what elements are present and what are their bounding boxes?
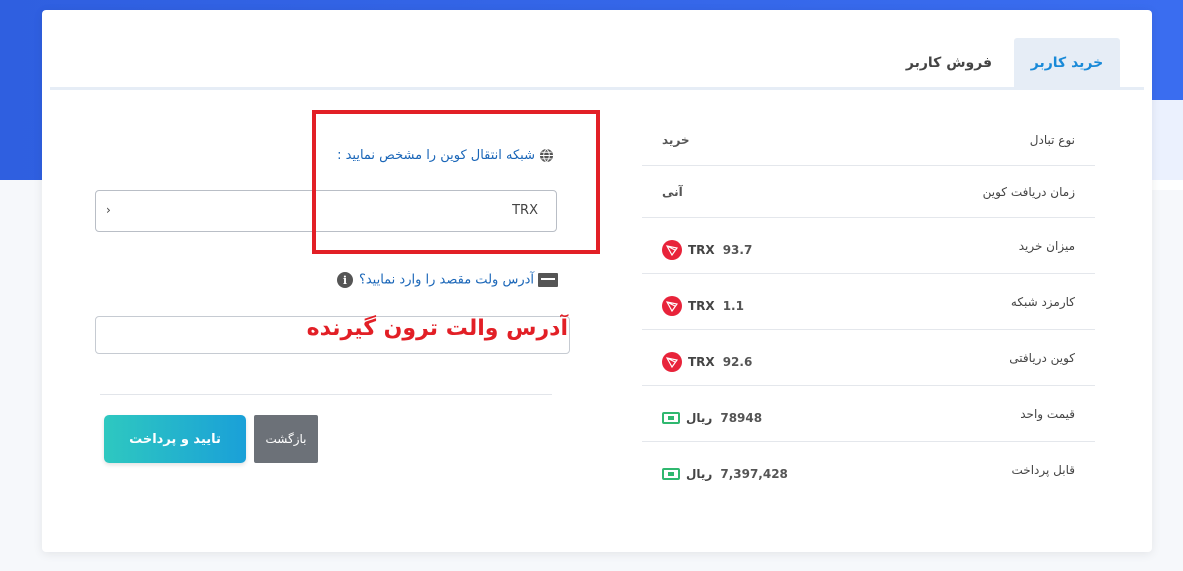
tab-user-sell[interactable]: فروش کاربر <box>894 38 1004 88</box>
summary-unit: TRX <box>688 354 715 369</box>
info-icon[interactable]: i <box>336 272 353 288</box>
summary-value: 78948 <box>720 410 763 425</box>
summary-unit: TRX <box>688 298 715 313</box>
summary-row-payable: قابل پرداخت ریال 7,397,428 <box>642 442 1095 498</box>
summary-label: کوین دریافتی <box>1009 350 1075 365</box>
wallet-annotation-text: آدرس والت ترون گیرنده <box>306 316 568 341</box>
wallet-label: آدرس ولت مقصد را وارد نمایید؟ i <box>282 272 558 288</box>
summary-row-receive-time: زمان دریافت کوین آنی <box>642 166 1095 218</box>
summary-value: آنی <box>662 184 683 199</box>
summary-row-exchange-type: نوع تبادل خرید <box>642 114 1095 166</box>
confirm-pay-button[interactable]: تایید و پرداخت <box>104 415 246 463</box>
chevron-right-icon: › <box>106 203 111 217</box>
summary-unit: ریال <box>686 410 713 425</box>
summary-row-unit-price: قیمت واحد ریال 78948 <box>642 386 1095 442</box>
money-icon <box>662 411 680 424</box>
summary-row-buy-amount: میزان خرید TRX 93.7 <box>642 218 1095 274</box>
summary-label: نوع تبادل <box>1029 132 1075 147</box>
tab-user-buy[interactable]: خرید کاربر <box>1014 38 1120 88</box>
back-button[interactable]: بازگشت <box>254 415 318 463</box>
summary-value: 93.7 <box>722 242 753 257</box>
summary-label: میزان خرید <box>1018 238 1075 253</box>
annotation-highlight-box <box>312 110 600 254</box>
wallet-label-text: آدرس ولت مقصد را وارد نمایید؟ <box>358 272 534 288</box>
form-divider <box>100 394 552 395</box>
exchange-card: خرید کاربر فروش کاربر نوع تبادل خرید زما… <box>42 10 1152 552</box>
wallet-card-icon <box>538 273 558 287</box>
summary-label: زمان دریافت کوین <box>982 184 1075 199</box>
tron-icon <box>662 351 682 372</box>
summary-value: 1.1 <box>722 298 744 313</box>
summary-unit: ریال <box>686 467 713 481</box>
summary-row-network-fee: کارمزد شبکه TRX 1.1 <box>642 274 1095 330</box>
summary-value: 92.6 <box>722 354 753 369</box>
summary-label: قابل پرداخت <box>1011 463 1075 477</box>
tron-icon <box>662 295 682 316</box>
summary-row-received-coin: کوین دریافتی TRX 92.6 <box>642 330 1095 386</box>
tron-icon <box>662 239 682 260</box>
tab-bar: خرید کاربر فروش کاربر <box>50 38 1144 90</box>
summary-label: قیمت واحد <box>1020 406 1075 421</box>
order-summary: نوع تبادل خرید زمان دریافت کوین آنی میزا… <box>642 114 1095 498</box>
summary-unit: TRX <box>688 242 715 257</box>
summary-value: 7,397,428 <box>720 467 788 481</box>
summary-value: خرید <box>662 132 690 147</box>
money-icon <box>662 468 680 480</box>
summary-label: کارمزد شبکه <box>1010 294 1075 309</box>
